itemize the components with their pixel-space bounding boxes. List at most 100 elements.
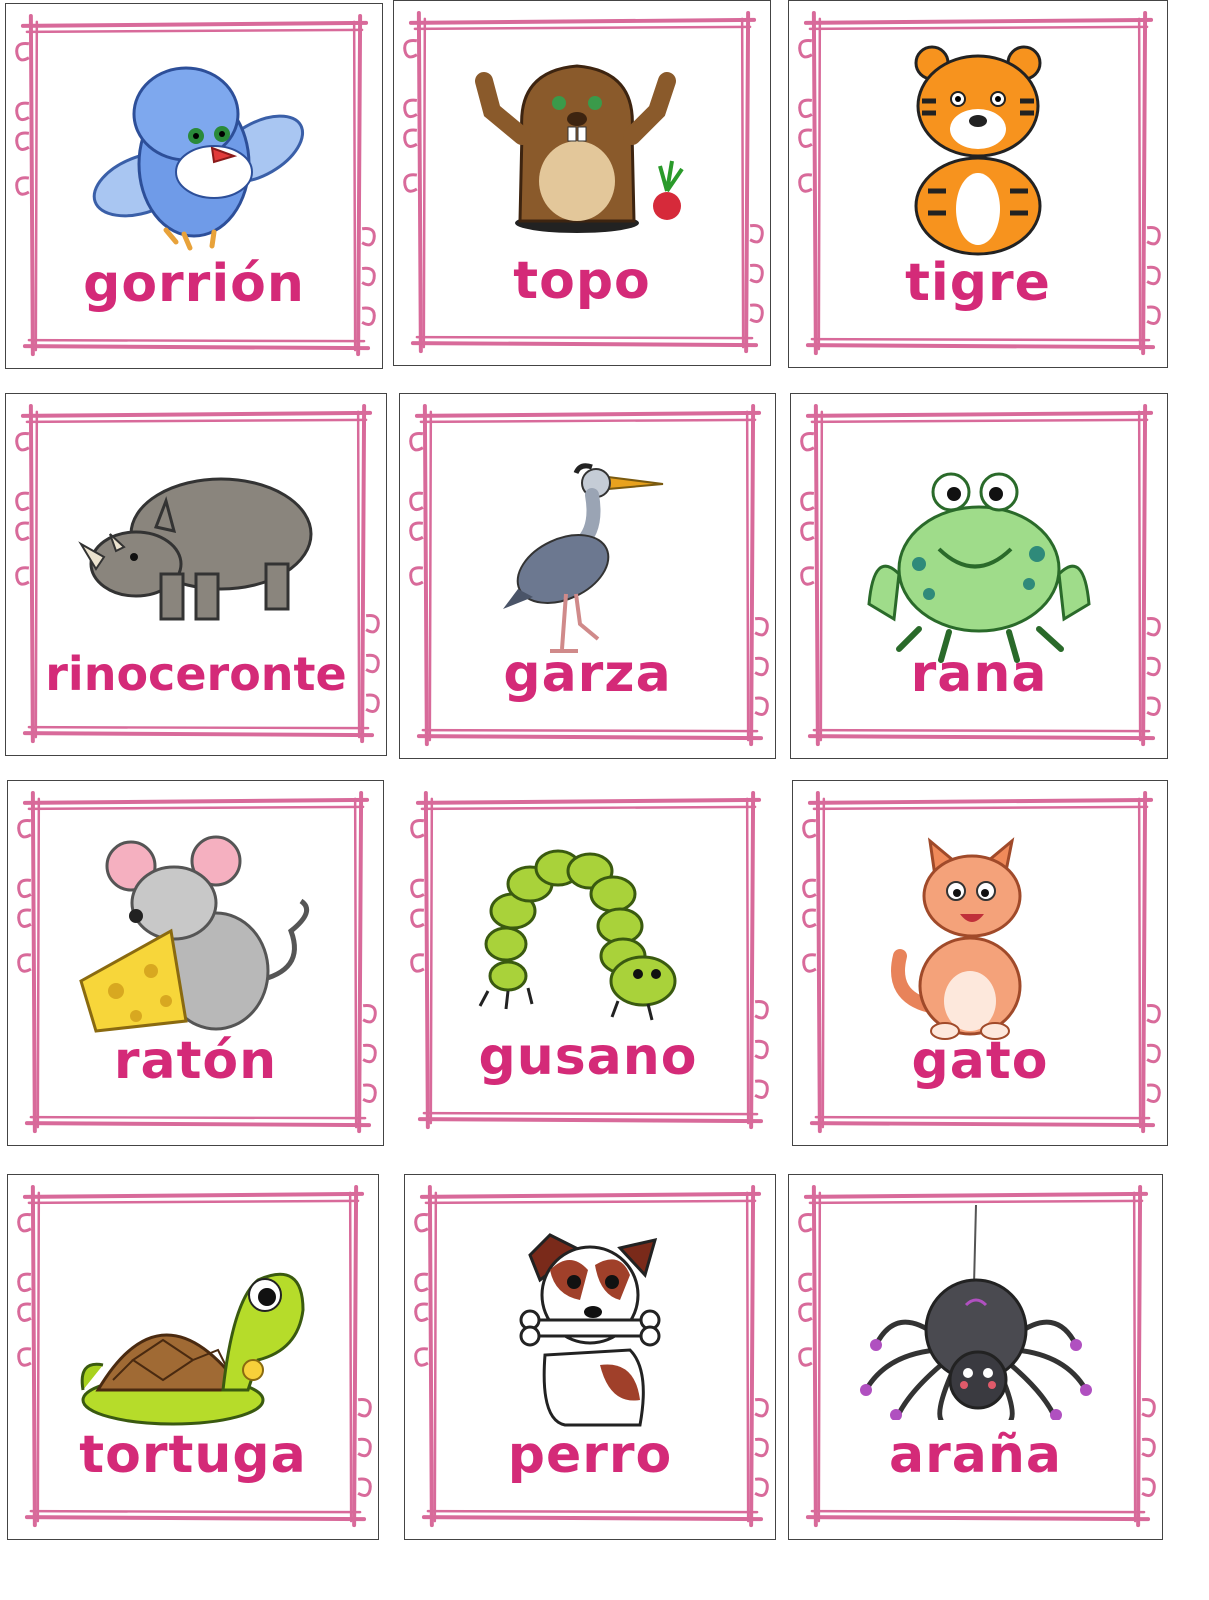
frame-stroke	[810, 418, 1149, 424]
frame-curl	[1146, 225, 1161, 246]
card-word: ratón	[113, 1031, 278, 1091]
card-word: perro	[507, 1425, 673, 1485]
sparrow-icon	[92, 66, 305, 251]
frame-curl	[361, 306, 376, 326]
frame-stroke	[415, 797, 762, 805]
frame-curl	[800, 491, 815, 512]
card-word: garza	[503, 644, 672, 704]
frame-stroke	[807, 797, 1154, 805]
frame-curl	[802, 953, 817, 973]
frame-stroke	[812, 805, 1149, 811]
frame-stroke	[424, 1199, 757, 1205]
tiger-icon	[914, 45, 1042, 256]
card-gusano: gusano	[400, 780, 776, 1142]
frame-stroke	[27, 1199, 360, 1205]
card-rana: rana	[790, 393, 1168, 759]
card-word: gato	[911, 1031, 1049, 1091]
frame-curl	[754, 1477, 769, 1497]
card-arana: araña	[788, 1174, 1163, 1540]
frame-curl	[798, 128, 813, 148]
frame-curl	[1141, 1477, 1156, 1497]
frame-curl	[798, 39, 813, 59]
frame-curl	[414, 1302, 429, 1322]
frame-curl	[17, 878, 32, 899]
card-topo: topo	[393, 0, 771, 366]
frame-curl	[361, 226, 376, 247]
card-word: rana	[910, 644, 1048, 704]
frame-stroke	[419, 418, 757, 424]
frame-curl	[365, 693, 380, 713]
dog-icon	[519, 1233, 661, 1427]
frame-stroke	[24, 1515, 367, 1522]
frog-icon	[867, 472, 1091, 663]
frame-curl	[17, 1272, 32, 1293]
frame-stroke	[808, 25, 1149, 31]
card-tortuga: tortuga	[7, 1174, 379, 1540]
frame-curl	[802, 908, 817, 928]
frame-curl	[1146, 1083, 1161, 1103]
frame-stroke	[807, 734, 1156, 741]
frame-stroke	[421, 728, 759, 733]
frame-curl	[17, 908, 32, 928]
frame-curl	[409, 566, 424, 586]
frame-curl	[15, 131, 30, 151]
frame-curl	[754, 616, 769, 637]
frame-stroke	[805, 1515, 1151, 1522]
frame-curl	[798, 1272, 813, 1293]
frame-curl	[17, 1347, 32, 1367]
worm-icon	[478, 849, 677, 1021]
frame-stroke	[808, 1199, 1144, 1205]
card-word: araña	[889, 1425, 1062, 1485]
frame-stroke	[24, 1121, 372, 1128]
frame-curl	[15, 432, 30, 452]
card-garza: garza	[399, 393, 776, 759]
frame-curl	[409, 491, 424, 512]
frame-curl	[409, 521, 424, 541]
frame-stroke	[22, 344, 371, 351]
turtle-icon	[80, 1272, 305, 1426]
spider-icon	[859, 1205, 1092, 1420]
card-tigre: tigre	[788, 0, 1168, 368]
frame-stroke	[27, 338, 366, 343]
frame-curl	[754, 696, 769, 716]
frame-stroke	[803, 17, 1154, 25]
frame-curl	[410, 878, 425, 899]
frame-curl	[754, 1000, 769, 1020]
frame-stroke	[27, 805, 365, 811]
frame-curl	[15, 566, 30, 586]
frame-curl	[754, 1079, 769, 1099]
frame-curl	[357, 1397, 372, 1418]
frame-curl	[414, 1272, 429, 1293]
card-word: rinoceronte	[45, 647, 347, 701]
frame-curl	[800, 521, 815, 541]
card-perro: perro	[404, 1174, 776, 1540]
heron-icon	[502, 463, 663, 653]
frame-curl	[362, 1083, 377, 1103]
frame-stroke	[410, 341, 759, 348]
frame-curl	[15, 521, 30, 541]
frame-curl	[1146, 616, 1161, 637]
frame-curl	[409, 432, 424, 452]
card-gorrion: gorrión	[5, 3, 383, 369]
cat-icon	[891, 837, 1022, 1040]
frame-curl	[365, 614, 380, 634]
frame-stroke	[805, 343, 1156, 350]
frame-curl	[15, 176, 30, 196]
frame-curl	[15, 42, 30, 62]
frame-stroke	[20, 20, 369, 28]
frame-curl	[414, 1213, 429, 1233]
frame-stroke	[805, 410, 1154, 418]
frame-curl	[1146, 1003, 1161, 1024]
frame-curl	[800, 432, 815, 452]
rhinoceros-icon	[78, 477, 313, 621]
frame-curl	[403, 173, 418, 193]
card-gato: gato	[792, 780, 1168, 1146]
frame-curl	[410, 953, 425, 973]
frame-curl	[749, 303, 764, 323]
frame-stroke	[29, 1115, 367, 1120]
frame-curl	[1141, 1397, 1156, 1418]
frame-curl	[403, 39, 418, 59]
frame-stroke	[814, 1115, 1151, 1120]
frame-curl	[1146, 305, 1161, 325]
frame-stroke	[414, 410, 762, 418]
